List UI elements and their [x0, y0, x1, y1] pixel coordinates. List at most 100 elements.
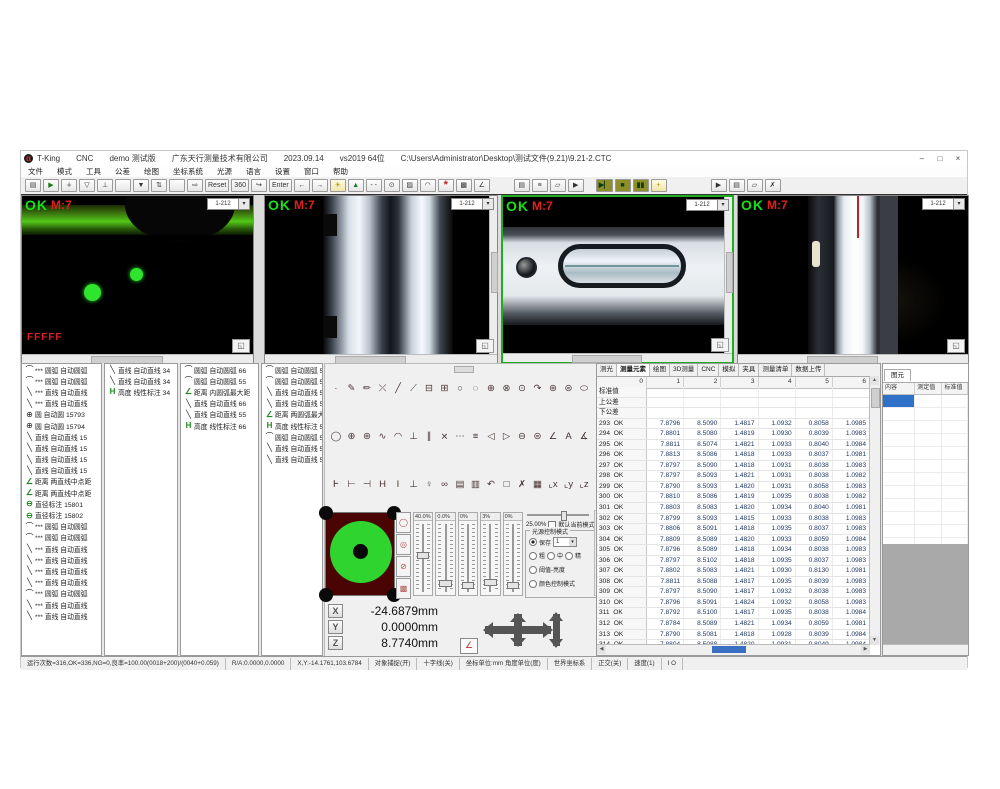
dropdown-arrow-icon[interactable]: ▾ — [953, 198, 965, 210]
tool-icon[interactable]: ∠ — [546, 430, 560, 444]
tool-icon[interactable]: ▦ — [531, 478, 545, 492]
results-tab[interactable]: 绘图 — [650, 364, 670, 376]
list-item[interactable]: ╲ *** 直线 自动直线 — [22, 599, 101, 610]
list-item[interactable]: ⌒ 圆弧 自动圆弧 55 — [262, 431, 322, 442]
tool-icon[interactable]: ✗ — [515, 478, 529, 492]
list-item[interactable]: ╲ 直线 自动直线 15 — [22, 431, 101, 442]
results-tab[interactable]: 测量元素 — [617, 364, 650, 376]
laser-down-button[interactable]: ▼ — [133, 179, 149, 192]
tool-icon[interactable]: ⊙ — [515, 382, 529, 396]
list-item[interactable]: ⌒ *** 圆弧 自动圆弧 — [22, 532, 101, 543]
tool-icon[interactable]: Ͱ — [329, 478, 343, 492]
gpanel-row[interactable] — [883, 473, 968, 486]
menu-item[interactable]: 光源 — [210, 166, 239, 177]
camera-view-2[interactable]: OK M:7 1-212 ▾ ◱ — [264, 195, 498, 364]
list-item[interactable]: ╲ 直线 自动直线 15 — [22, 442, 101, 453]
table-row[interactable]: 302 OK 7.87998.50931.48151.09330.80381.0… — [597, 514, 870, 525]
updown-button[interactable]: ⇅ — [151, 179, 167, 192]
results-tab[interactable]: 测光 — [597, 364, 617, 376]
calib-button[interactable]: ▽ — [79, 179, 95, 192]
tool-icon[interactable]: ⊛ — [546, 382, 560, 396]
results-tab[interactable]: 模拟 — [719, 364, 739, 376]
table-row[interactable]: 标准值 — [597, 387, 870, 398]
axis-letter[interactable]: Y — [328, 620, 343, 634]
table-row[interactable]: 304 OK 7.88098.50891.48201.09330.80591.0… — [597, 535, 870, 546]
tool-icon[interactable]: ⊣ — [360, 478, 374, 492]
list-item[interactable]: H 高度 线性标注 66 — [181, 420, 258, 431]
tool-icon[interactable]: ↷ — [531, 382, 545, 396]
tool-icon[interactable]: ◯ — [329, 430, 343, 444]
list-item[interactable]: ╲ 直线 自动直线 15 — [22, 454, 101, 465]
results-tab[interactable]: 3D测量 — [670, 364, 698, 376]
results-tab[interactable]: 夹具 — [739, 364, 759, 376]
dropdown-arrow-icon[interactable]: ▾ — [482, 198, 494, 210]
list-button[interactable]: ≡ — [532, 179, 548, 192]
folder-button[interactable]: ▱ — [550, 179, 566, 192]
menu-item[interactable]: 模式 — [50, 166, 79, 177]
blank-button[interactable] — [115, 179, 131, 192]
table-row[interactable]: 307 OK 7.88028.50831.48211.09300.81301.0… — [597, 566, 870, 577]
list-item[interactable]: ⊖ 直径标注 15802 — [22, 509, 101, 520]
slider-thumb[interactable] — [462, 582, 474, 589]
table-row[interactable]: 305 OK 7.87968.50891.48181.09340.80381.0… — [597, 545, 870, 556]
list-item[interactable]: ╲ 直线 自动直线 66 — [181, 398, 258, 409]
camera-3-hscrollbar[interactable] — [503, 353, 732, 362]
camera-1-image[interactable]: OK M:7 FFFFF — [22, 196, 253, 355]
stage-icon[interactable]: ◱ — [947, 339, 965, 353]
light-mode-button[interactable]: ▩ — [396, 578, 411, 599]
table-row[interactable]: 下公差 — [597, 408, 870, 419]
list-item[interactable]: ⌒ *** 圆弧 自动圆弧 — [22, 375, 101, 386]
camera-view-1[interactable]: OK M:7 FFFFF 1-212 ▾ ◱ — [21, 195, 254, 364]
list-item[interactable]: ╲ *** 直线 自动直线 — [22, 577, 101, 588]
tool-icon[interactable]: ⨯ — [438, 430, 452, 444]
medium-radio[interactable] — [547, 552, 555, 560]
menu-item[interactable]: 公差 — [108, 166, 137, 177]
tool-icon[interactable]: ∞ — [438, 478, 452, 492]
list-item[interactable]: ╲ 直线 自动直线 55 — [262, 454, 322, 465]
light-button[interactable]: ☀ — [330, 179, 346, 192]
tool-icon[interactable]: ⊥ — [407, 478, 421, 492]
slider-thumb[interactable] — [507, 582, 519, 589]
tool-icon[interactable]: ⊢ — [345, 478, 359, 492]
run-to-end-button[interactable]: ▶▏ — [596, 179, 613, 192]
results-tab[interactable]: CNC — [698, 364, 719, 376]
tool-icon[interactable]: ⌞x — [546, 478, 560, 492]
tool-icon[interactable]: ⊞ — [438, 382, 452, 396]
table-row[interactable]: 297 OK 7.87978.50901.48181.09310.80381.0… — [597, 461, 870, 472]
camera-3-image[interactable]: OK M:7 — [503, 197, 732, 354]
save-radio[interactable] — [529, 538, 537, 546]
table-row[interactable]: 303 OK 7.88068.50911.48181.09350.80371.0… — [597, 524, 870, 535]
list-item[interactable]: ⌒ 圆弧 自动圆弧 55 — [262, 364, 322, 375]
maximize-button[interactable]: □ — [931, 154, 949, 163]
tool-icon[interactable]: ∡ — [577, 430, 591, 444]
save3-button[interactable]: ▤ — [729, 179, 745, 192]
pause-button[interactable]: ▮▮ — [633, 179, 649, 192]
tool-icon[interactable]: ⋯ — [453, 430, 467, 444]
ring-light-indicator[interactable] — [325, 512, 395, 596]
rotate360-button[interactable]: 360 — [231, 179, 249, 192]
pattern-button[interactable]: ▨ — [402, 179, 418, 192]
list-item[interactable]: ╲ 直线 自动直线 55 — [262, 398, 322, 409]
table-row[interactable]: 301 OK 7.88038.50831.48201.09340.80401.0… — [597, 503, 870, 514]
jog-y-arrow[interactable] — [514, 614, 522, 646]
gpanel-row[interactable] — [883, 447, 968, 460]
menu-item[interactable]: 设置 — [268, 166, 297, 177]
table-row[interactable]: 308 OK 7.88118.50881.48171.09350.80391.0… — [597, 577, 870, 588]
list-item[interactable]: ╲ *** 直线 自动直线 — [22, 565, 101, 576]
curve-button[interactable]: ↪ — [251, 179, 267, 192]
light-slider[interactable]: 40.0% — [413, 512, 433, 596]
list-item[interactable]: ╲ *** 直线 自动直线 — [22, 554, 101, 565]
tool-icon[interactable]: ∥ — [422, 430, 436, 444]
fine-radio[interactable] — [565, 552, 573, 560]
color-mode-radio[interactable] — [529, 580, 537, 588]
dropdown-arrow-icon[interactable]: ▾ — [717, 199, 729, 211]
stage-icon[interactable]: ◱ — [476, 339, 494, 353]
camera-2-vscrollbar[interactable] — [489, 196, 497, 355]
folder2-button[interactable]: ▱ — [747, 179, 763, 192]
menu-item[interactable]: 坐标系统 — [166, 166, 210, 177]
run2-button[interactable]: ▶ — [711, 179, 727, 192]
tool-icon[interactable]: ▥ — [469, 478, 483, 492]
table-row[interactable]: 300 OK 7.88108.50861.48191.09350.80381.0… — [597, 492, 870, 503]
table-row[interactable]: 298 OK 7.87978.50931.48211.09310.80381.0… — [597, 471, 870, 482]
tool-icon[interactable]: ✏ — [360, 382, 374, 396]
